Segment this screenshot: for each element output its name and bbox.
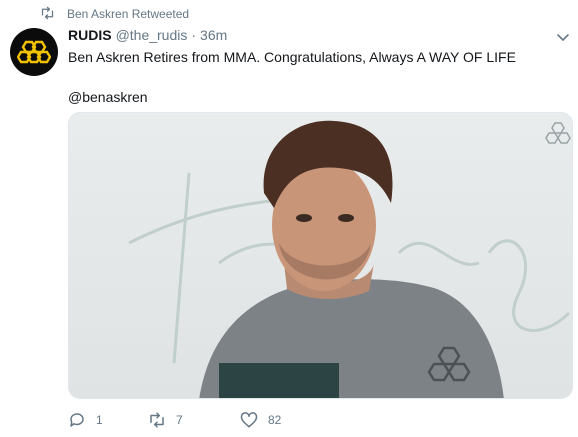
photo-content bbox=[128, 120, 571, 398]
like-count: 82 bbox=[268, 413, 282, 427]
heart-icon[interactable] bbox=[240, 411, 258, 429]
tweet-card[interactable]: Ben Askren Retweeted RUDIS @the_rudis · … bbox=[0, 0, 578, 437]
retweet-context: Ben Askren Retweeted bbox=[40, 6, 189, 22]
shirt-print bbox=[219, 363, 339, 398]
honeycomb-logo-icon bbox=[17, 40, 51, 64]
reply-action[interactable]: 1 bbox=[68, 411, 148, 429]
tweet-body: Ben Askren Retires from MMA. Congratulat… bbox=[68, 49, 516, 65]
photo-subject-eye-left bbox=[296, 214, 312, 222]
retweet-count: 7 bbox=[176, 413, 183, 427]
avatar[interactable] bbox=[10, 28, 58, 76]
retweet-icon[interactable] bbox=[148, 411, 166, 429]
reply-count: 1 bbox=[96, 413, 103, 427]
tweet-timestamp[interactable]: 36m bbox=[200, 27, 227, 43]
like-action[interactable]: 82 bbox=[240, 411, 320, 429]
author-name[interactable]: RUDIS bbox=[68, 27, 112, 43]
mention-link[interactable]: @benaskren bbox=[68, 87, 558, 107]
tweet-text: Ben Askren Retires from MMA. Congratulat… bbox=[68, 47, 558, 107]
photo-subject-eye-right bbox=[338, 214, 354, 222]
tweet-photo[interactable] bbox=[68, 112, 573, 399]
tweet-actions: 1 7 82 bbox=[68, 408, 320, 432]
reply-icon[interactable] bbox=[68, 411, 86, 429]
separator-dot: · bbox=[191, 27, 197, 43]
watermark-logo-icon bbox=[545, 122, 571, 144]
retweet-action[interactable]: 7 bbox=[148, 411, 240, 429]
author-handle[interactable]: @the_rudis bbox=[116, 27, 188, 43]
retweet-context-label[interactable]: Ben Askren Retweeted bbox=[67, 7, 189, 21]
chevron-down-icon[interactable] bbox=[556, 30, 570, 44]
retweet-icon bbox=[40, 6, 55, 23]
tweet-header: RUDIS @the_rudis · 36m bbox=[68, 27, 227, 45]
